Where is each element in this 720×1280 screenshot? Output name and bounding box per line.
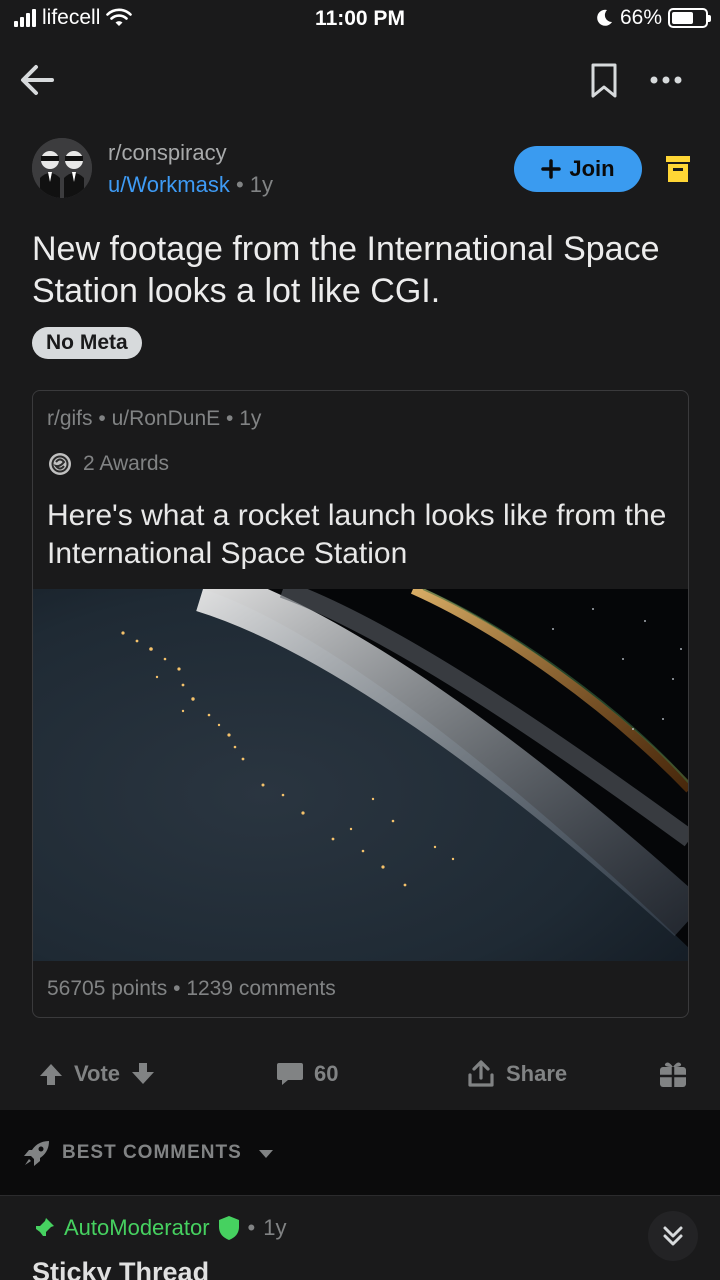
comment-author[interactable]: AutoModerator (64, 1215, 210, 1241)
double-chevron-down-icon (663, 1226, 683, 1246)
crosspost-comments: 1239 comments (186, 977, 336, 1000)
comment-count: 60 (314, 1061, 339, 1086)
plus-icon (541, 159, 562, 179)
comment-item[interactable]: AutoModerator • 1y Sticky Thread (0, 1197, 720, 1280)
separator-dot: • (235, 172, 244, 197)
men-in-black-avatar-icon (32, 138, 92, 198)
join-button[interactable]: Join (514, 146, 642, 192)
more-button[interactable] (644, 58, 688, 102)
pin-icon (35, 1218, 54, 1237)
crosspost-media[interactable] (33, 567, 688, 961)
post-title: New footage from the International Space… (32, 230, 660, 310)
sort-label: BEST COMMENTS (62, 1142, 242, 1163)
vote-label: Vote (74, 1061, 121, 1086)
comment-title: Sticky Thread (32, 1257, 210, 1280)
crosspost-awards[interactable]: 2 Awards (47, 451, 169, 477)
chevron-down-icon (259, 1150, 273, 1158)
comment-meta: AutoModerator • 1y (32, 1215, 286, 1241)
bookmark-icon (591, 63, 617, 98)
separator-dot: • (173, 977, 181, 1000)
post-action-bar: Vote 60 Share (0, 1040, 720, 1108)
back-button[interactable] (16, 58, 60, 102)
more-horizontal-icon (650, 76, 682, 84)
crosspost-title: Here's what a rocket launch looks like f… (47, 499, 667, 570)
separator-dot: • (247, 1215, 256, 1240)
status-right: 66% (594, 6, 711, 30)
collapse-button[interactable] (648, 1211, 698, 1261)
moon-icon (597, 9, 612, 26)
crosspost-age: 1y (239, 407, 262, 430)
comment-age: 1y (263, 1215, 287, 1240)
top-nav (0, 44, 720, 120)
comments-button[interactable]: 60 (276, 1040, 338, 1108)
separator-dot: • (225, 407, 234, 430)
author-line: u/Workmask • 1y (108, 172, 273, 198)
earth-from-space-image (33, 567, 688, 961)
vote-group: Vote (38, 1040, 156, 1108)
crosspost-card[interactable]: r/gifs • u/RonDunE • 1y 2 Awards Here's … (32, 390, 689, 1018)
battery-level (672, 12, 694, 24)
downvote-icon[interactable] (130, 1061, 156, 1087)
crosspost-stats: 56705 points • 1239 comments (47, 977, 336, 1001)
status-bar: lifecell 11:00 PM 66% (0, 0, 720, 44)
archive-icon (666, 156, 690, 182)
comment-icon (277, 1063, 303, 1085)
battery-percent: 66% (619, 6, 662, 29)
archived-indicator (666, 156, 690, 182)
battery-icon (668, 8, 711, 28)
post-age: 1y (249, 172, 274, 197)
awards-count: 2 Awards (83, 452, 169, 475)
silver-award-icon (49, 453, 71, 475)
join-label: Join (569, 156, 615, 181)
crosspost-points: 56705 points (47, 977, 168, 1000)
crosspost-subreddit[interactable]: r/gifs (47, 407, 93, 430)
share-icon (468, 1060, 494, 1087)
bookmark-button[interactable] (584, 58, 624, 102)
gift-icon (660, 1062, 686, 1087)
moderator-shield-icon (218, 1216, 239, 1240)
comments-sort-bar[interactable]: BEST COMMENTS (0, 1110, 720, 1196)
crosspost-meta: r/gifs • u/RonDunE • 1y (47, 407, 261, 431)
rocket-icon (24, 1141, 49, 1166)
arrow-left-icon (21, 65, 54, 95)
separator-dot: • (98, 407, 106, 430)
author-name[interactable]: u/Workmask (108, 172, 230, 197)
upvote-icon[interactable] (38, 1061, 64, 1087)
share-button[interactable]: Share (466, 1040, 567, 1108)
share-label: Share (506, 1061, 568, 1086)
post-flair[interactable]: No Meta (32, 327, 142, 359)
post-header: r/conspiracy u/Workmask • 1y Join (32, 136, 692, 206)
award-button[interactable] (658, 1040, 688, 1108)
subreddit-avatar[interactable] (32, 138, 92, 198)
subreddit-name[interactable]: r/conspiracy (108, 140, 227, 166)
crosspost-author[interactable]: u/RonDunE (112, 407, 221, 430)
